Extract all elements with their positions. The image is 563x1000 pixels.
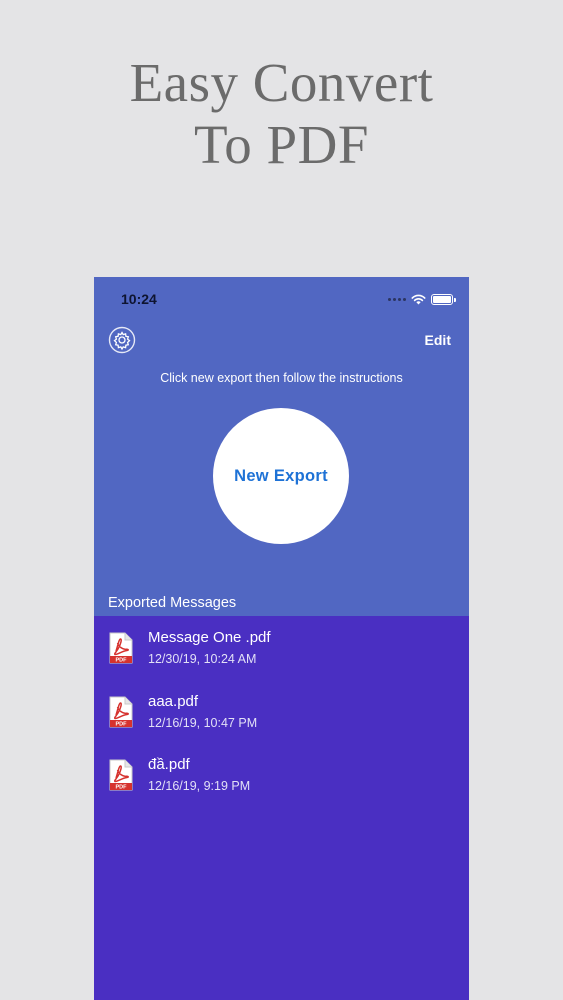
svg-text:PDF: PDF — [116, 785, 128, 791]
section-title: Exported Messages — [108, 595, 237, 611]
wifi-icon — [411, 294, 426, 304]
signal-dots-icon — [388, 297, 406, 301]
instructions-text: Click new export then follow the instruc… — [160, 371, 403, 385]
file-name: Message One .pdf — [148, 629, 271, 646]
status-icons — [388, 293, 456, 305]
status-time: 10:24 — [121, 291, 157, 307]
svg-text:PDF: PDF — [116, 658, 128, 664]
pdf-file-icon: PDF — [109, 696, 133, 727]
settings-button[interactable] — [107, 325, 137, 355]
battery-icon — [431, 293, 456, 305]
file-date: 12/16/19, 9:19 PM — [148, 779, 251, 793]
list-item[interactable]: PDF đầ.pdf 12/16/19, 9:19 PM — [94, 743, 469, 807]
list-item[interactable]: PDF Message One .pdf 12/30/19, 10:24 AM — [94, 616, 469, 680]
phone-screen: 10:24 Edit Click new export then follow … — [94, 277, 469, 1000]
file-name: đầ.pdf — [148, 756, 190, 773]
promo-headline-line-2: To PDF — [194, 114, 369, 175]
file-name: aaa.pdf — [148, 692, 199, 710]
file-date: 12/30/19, 10:24 AM — [148, 652, 257, 666]
gear-icon — [108, 326, 136, 354]
file-date: 12/16/19, 10:47 PM — [148, 715, 258, 730]
header-panel: 10:24 Edit Click new export then follow … — [94, 277, 469, 616]
list-item[interactable]: PDF aaa.pdf 12/16/19, 10:47 PM — [94, 680, 469, 744]
exported-files-list: PDF Message One .pdf 12/30/19, 10:24 AM … — [94, 616, 469, 807]
edit-button[interactable]: Edit — [425, 332, 451, 348]
svg-text:PDF: PDF — [116, 721, 128, 727]
new-export-button[interactable]: New Export — [213, 408, 349, 544]
pdf-file-icon: PDF — [109, 759, 133, 791]
promo-headline-line-1: Easy Convert — [129, 52, 434, 113]
pdf-file-icon: PDF — [109, 632, 133, 664]
promo-headline: Easy Convert To PDF — [0, 52, 563, 176]
